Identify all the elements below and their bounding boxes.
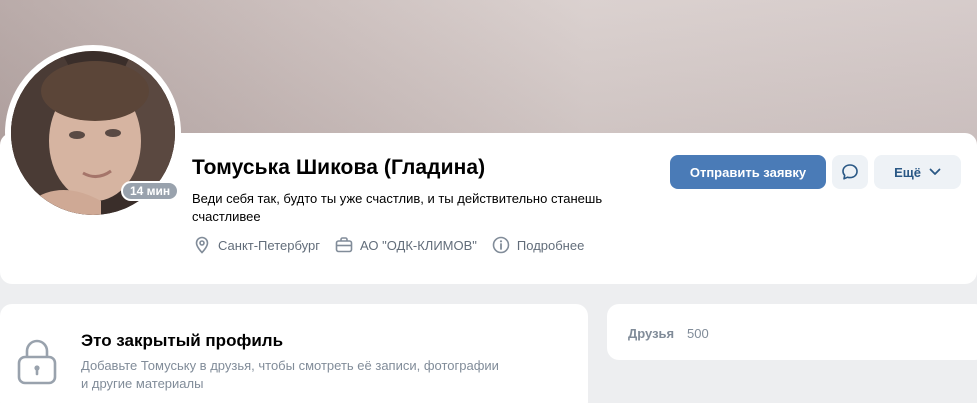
profile-meta: Санкт-Петербург АО "ОДК-КЛИМОВ" Подробне… bbox=[192, 235, 598, 255]
message-button[interactable] bbox=[832, 155, 868, 189]
profile-details-link[interactable]: Подробнее bbox=[491, 235, 584, 255]
profile-city[interactable]: Санкт-Петербург bbox=[192, 235, 320, 255]
info-icon bbox=[492, 236, 510, 254]
closed-profile-title: Это закрытый профиль bbox=[81, 331, 284, 350]
friends-count: 500 bbox=[687, 326, 709, 341]
briefcase-icon bbox=[335, 237, 353, 253]
more-label: Ещё bbox=[894, 164, 921, 180]
chevron-down-icon bbox=[929, 168, 941, 175]
message-bubble-icon bbox=[842, 164, 858, 180]
closed-profile-description: Добавьте Томуську в друзья, чтобы смотре… bbox=[81, 358, 499, 391]
send-friend-request-button[interactable]: Отправить заявку bbox=[670, 155, 826, 189]
profile-status: Веди себя так, будто ты уже счастлив, и … bbox=[192, 191, 603, 224]
profile-work[interactable]: АО "ОДК-КЛИМОВ" bbox=[334, 235, 477, 255]
city-label: Санкт-Петербург bbox=[218, 237, 320, 253]
location-pin-icon bbox=[195, 236, 209, 254]
friends-label[interactable]: Друзья bbox=[628, 326, 674, 341]
details-label: Подробнее bbox=[516, 237, 585, 253]
profile-name: Томуська Шикова (Гладина) bbox=[192, 156, 486, 179]
online-status-badge: 14 мин bbox=[121, 181, 180, 201]
lock-icon bbox=[17, 339, 57, 385]
work-label: АО "ОДК-КЛИМОВ" bbox=[359, 237, 477, 253]
more-actions-button[interactable]: Ещё bbox=[874, 155, 961, 189]
